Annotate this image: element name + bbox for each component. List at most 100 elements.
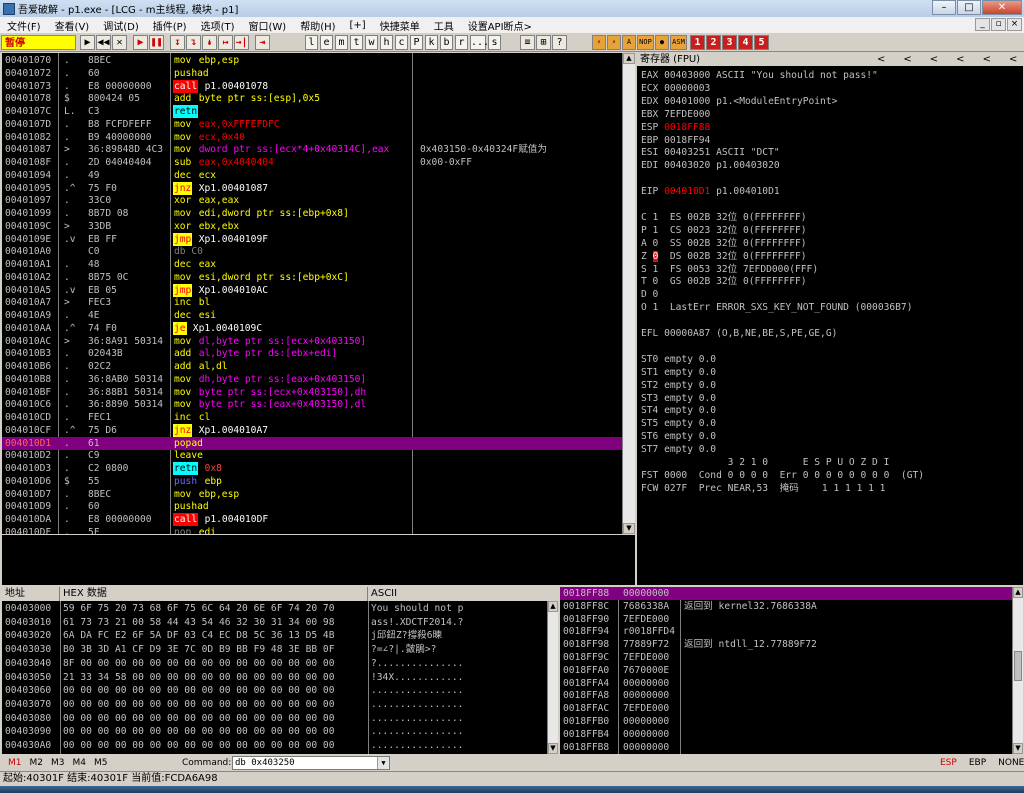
stack-row[interactable]: 0018FF8C 7686338A 返回到 kernel32.7686338A [560,600,1012,613]
menu-item[interactable]: 插件(P) [146,18,194,33]
dump-row[interactable]: 00403090 00 00 00 00 00 00 00 00 00 00 00… [2,725,547,738]
maximize-button[interactable]: □ [957,0,981,15]
dump-row[interactable]: 004030A0 00 00 00 00 00 00 00 00 00 00 00… [2,739,547,752]
dump-row[interactable]: 00403050 21 33 34 58 00 00 00 00 00 00 00… [2,671,547,684]
disasm-row[interactable]: 00401097. 33C0 xor eax,eax [2,194,622,207]
stack-row[interactable]: 0018FFB4 00000000 [560,728,1012,741]
toolbar-button[interactable]: ↴ [186,35,201,50]
register-line[interactable]: EDI 00403020 p1.00403020 [641,159,780,172]
dump-col-ascii[interactable]: ASCII [368,587,547,601]
toolbar-button[interactable]: ↦ [218,35,233,50]
disasm-row[interactable]: 004010A5 .v EB 05 jmp Xp1.004010AC [2,283,622,297]
disasm-row[interactable]: 00401087 >36:89848D 4C3 mov dword ptr ss:[e… [2,143,622,156]
disasm-row[interactable]: 00401095 .^ 75 F0 jnz Xp1.00401087 [2,181,622,195]
plugin-button[interactable]: NOP [637,35,654,50]
disasm-row[interactable]: 004010D7. 8BEC mov ebp,esp [2,488,622,501]
stack-row[interactable]: 0018FF9C 7EFDE000 [560,651,1012,664]
dump-scrollbar[interactable]: ▲ ▼ [547,601,558,754]
stack-row[interactable]: 0018FFA4 00000000 [560,677,1012,690]
toolbar-button[interactable]: ⊞ [536,35,551,50]
stack-row[interactable]: 0018FFB0 00000000 [560,715,1012,728]
registers-pane[interactable]: 寄存器 (FPU) < < < < < < EAX 00403000 ASCII "You… [637,53,1023,585]
command-input[interactable]: db 0x403250 ▼ [232,756,390,770]
toolbar-button[interactable]: ? [552,35,567,50]
disasm-row[interactable]: 004010A0 C0 db C0 [2,245,622,258]
register-scroll-arrow[interactable]: < [1009,54,1017,65]
disassembly-pane[interactable]: 00401070. 8BEC mov ebp,esp 00401072. 60 pushad… [2,53,622,534]
disasm-row[interactable]: 004010AA .^ 74 F0 je Xp1.0040109C [2,321,622,335]
register-line[interactable]: EBX 7EFDE000 [641,108,710,121]
disasm-row[interactable]: 004010D6 $55 push ebp [2,474,622,488]
window-number-button[interactable]: 5 [754,35,769,50]
register-line[interactable]: ESP 0018FF88 [641,121,710,134]
toolbar-button[interactable]: ◀◀ [96,35,111,50]
disasm-row[interactable]: 00401072. 60 pushad [2,67,622,80]
toolbar-button[interactable]: ▶ [80,35,95,50]
plugin-button[interactable]: ⚡ [592,35,606,50]
register-scroll-arrow[interactable]: < [903,54,911,65]
register-follow-option[interactable]: ESP [940,758,957,768]
register-line[interactable]: ST3 empty 0.0 [641,392,716,405]
mdi-button[interactable]: × [1007,18,1022,31]
menu-item[interactable]: 选项(T) [194,18,242,33]
disassembly-scrollbar[interactable]: ▲ ▼ [622,53,635,534]
disasm-row[interactable]: 004010B3. 02043B add al,byte ptr ds:[ebx+ed… [2,347,622,360]
disasm-row[interactable]: 004010A9. 4E dec esi [2,309,622,322]
menu-item[interactable]: 调试(D) [96,18,146,33]
stack-row[interactable]: 0018FF90 7EFDE000 [560,613,1012,626]
register-line[interactable]: EDX 00401000 p1.<ModuleEntryPoint> [641,95,837,108]
toolbar-window-button[interactable]: b [440,35,453,50]
register-line[interactable]: P 1 CS 0023 32位 0(FFFFFFFF) [641,224,807,237]
dump-col-hex[interactable]: HEX 数据 [60,587,368,601]
toolbar-button[interactable]: ↡ [202,35,217,50]
disasm-row[interactable]: 004010DF. 5F pop edi [2,526,622,534]
stack-row[interactable]: 0018FF88 00000000 [560,587,1012,600]
toolbar-window-button[interactable]: s [488,35,501,50]
stack-row[interactable]: 0018FF98 77889F72 返回到 ntdll_12.77889F72 [560,638,1012,651]
disasm-row[interactable]: 004010A7 > FEC3 inc bl [2,296,622,309]
register-line[interactable]: EBP 0018FF94 [641,134,710,147]
stack-row[interactable]: 0018FFA8 00000000 [560,689,1012,702]
menu-item[interactable]: 设置API断点> [461,18,539,33]
disasm-row[interactable]: 0040107C L. C3 retn [2,105,622,118]
register-line[interactable]: 3 2 1 0 E S P U O Z D I [641,456,890,469]
register-line[interactable]: EAX 00403000 ASCII "You should not pass!… [641,69,878,82]
disasm-row[interactable]: 004010D2. C9 leave [2,449,622,462]
dump-row[interactable]: 00403010 61 73 73 21 00 58 44 43 54 46 32… [2,616,547,629]
toolbar-button[interactable]: ❚❚ [149,35,164,50]
register-line[interactable]: FST 0000 Cond 0 0 0 0 Err 0 0 0 0 0 0 0 … [641,469,924,482]
toolbar-window-button[interactable]: r [455,35,468,50]
register-line[interactable]: Z 0 DS 002B 32位 0(FFFFFFFF) [641,250,807,263]
toolbar-window-button[interactable]: m [335,35,348,50]
register-line[interactable]: FCW 027F Prec NEAR,53 掩码 1 1 1 1 1 1 [641,482,885,495]
register-follow-option[interactable]: NONE [998,758,1024,768]
toolbar-window-button[interactable]: h [380,35,393,50]
toolbar-button[interactable]: ✕ [112,35,127,50]
disasm-row[interactable]: 00401099. 8B7D 08 mov edi,dword ptr ss:[ebp… [2,207,622,220]
disasm-row[interactable]: 004010B8. 36:8AB0 50314 mov dh,byte ptr ss:… [2,373,622,386]
disasm-row[interactable]: 004010D3. C2 0800 retn 0x8 [2,462,622,475]
disasm-row[interactable]: 004010AC >36:8A91 50314 mov dl,byte ptr ss:… [2,335,622,348]
dump-row[interactable]: 00403060 00 00 00 00 00 00 00 00 00 00 00… [2,684,547,697]
disasm-row[interactable]: 0040109E .v EB FF jmp Xp1.0040109F [2,232,622,246]
mdi-button[interactable]: ▫ [991,18,1006,31]
dump-col-address[interactable]: 地址 [2,587,60,601]
disasm-row[interactable]: 0040108F. 2D 04040404 sub eax,0x4040404 0x00… [2,156,622,169]
register-line[interactable]: ST6 empty 0.0 [641,430,716,443]
toolbar-window-button[interactable]: t [350,35,363,50]
toolbar-window-button[interactable]: c [395,35,408,50]
register-scroll-arrow[interactable]: < [956,54,964,65]
dump-row[interactable]: 00403020 6A DA FC E2 6F 5A DF 03 C4 EC D8… [2,629,547,642]
stack-row[interactable]: 0018FFA0 7670000E [560,664,1012,677]
toolbar-button[interactable]: ⇥ [255,35,270,50]
register-line[interactable]: ECX 00000003 [641,82,710,95]
memory-tab[interactable]: M3 [51,758,65,768]
hex-dump-pane[interactable]: 地址 HEX 数据 ASCII 00403000 59 6F 75 20 73 6… [2,587,547,754]
disasm-row[interactable]: 004010B6. 02C2 add al,dl [2,360,622,373]
disasm-row[interactable]: 004010CD. FEC1 inc cl [2,411,622,424]
disasm-row[interactable]: 00401073. E8 00000000 call p1.00401078 [2,79,622,93]
register-line[interactable]: O 1 LastErr ERROR_SXS_KEY_NOT_FOUND (000… [641,301,912,314]
register-line[interactable]: EIP 004010D1 p1.004010D1 [641,185,780,198]
disasm-row[interactable]: 0040107D. B8 FCFDFEFF mov eax,0xFFFEFDFC [2,118,622,131]
memory-tab[interactable]: M5 [94,758,108,768]
